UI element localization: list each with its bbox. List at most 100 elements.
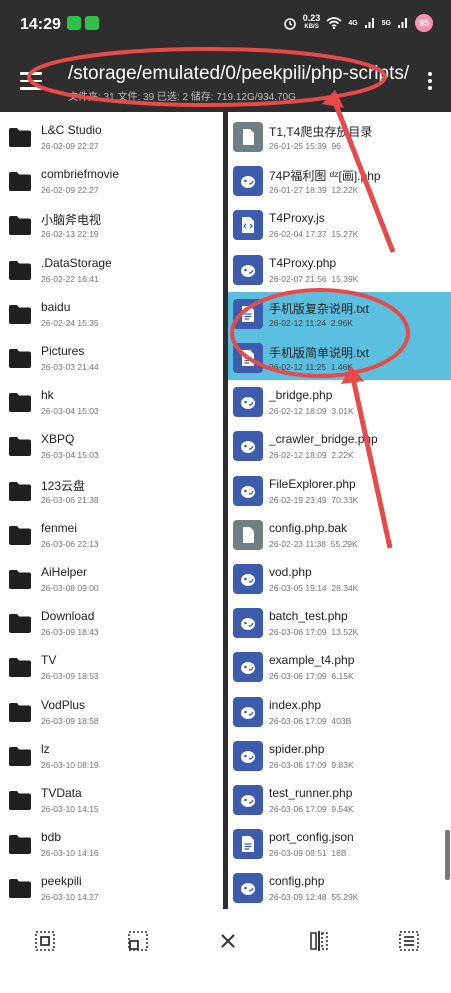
wechat-notification-icon (67, 16, 81, 30)
php-file-icon (233, 608, 263, 639)
folder-icon (5, 210, 35, 241)
item-meta: 26-03-04 15:03 (41, 406, 99, 417)
item-meta: 26-02-13 22:19 (41, 229, 99, 240)
item-name: 123云盘 (41, 478, 86, 493)
folder-list-item[interactable]: hk 26-03-04 15:03 (0, 380, 223, 424)
folder-list-item[interactable]: peekpili 26-03-10 14:27 (0, 866, 223, 909)
item-name: baidu (41, 299, 71, 314)
item-name: XBPQ (41, 432, 75, 447)
message-notification-icon (85, 16, 99, 30)
item-meta: 26-03-09 18:43 (41, 627, 99, 638)
item-meta: 26-02-12 11:25 1.46K (269, 362, 353, 372)
folder-list-item[interactable]: lz 26-03-10 08:19 (0, 734, 223, 778)
file-list-item[interactable]: port_config.json 26-03-09 08:51 18B (228, 822, 451, 866)
item-meta: 26-03-04 15:03 (41, 450, 99, 461)
folder-list-item[interactable]: Download 26-03-09 18:43 (0, 601, 223, 645)
folder-list-item[interactable]: TV 26-03-09 18:53 (0, 645, 223, 689)
file-list-item[interactable]: test_runner.php 26-03-06 17:09 9.54K (228, 778, 451, 822)
folder-list-item[interactable]: bdb 26-03-10 14:16 (0, 822, 223, 866)
folder-icon (5, 564, 35, 594)
file-list-item[interactable]: spider.php 26-03-06 17:09 9.83K (228, 734, 451, 778)
item-meta: 26-03-06 17:09 13.52K (269, 627, 359, 638)
item-name: vod.php (269, 565, 312, 579)
file-list-item[interactable]: config.php 26-03-09 12:48 55.29K (228, 866, 451, 909)
item-meta: 26-03-09 18:53 (41, 671, 99, 682)
file-list-item[interactable]: index.php 26-03-06 17:09 403B (228, 690, 451, 734)
item-name: _bridge.php (269, 388, 333, 403)
left-file-pane[interactable]: L&C Studio 26-02-09 22:27 combriefmovie 26-… (0, 112, 223, 909)
php-file-icon (233, 696, 263, 727)
folder-list-item[interactable]: combriefmovie 26-02-09 22:27 (0, 159, 223, 203)
item-name: Pictures (41, 344, 85, 358)
item-meta: 26-03-06 17:09 403B (269, 715, 352, 726)
folder-list-item[interactable]: 123云盘 26-03-06 21:38 (0, 469, 223, 513)
folder-list-item[interactable]: fenmei 26-03-06 22:13 (0, 513, 223, 557)
folder-icon (5, 696, 35, 727)
generic-file-icon (233, 122, 263, 152)
folder-list-item[interactable]: .DataStorage 26-02-22 16:41 (0, 248, 223, 292)
php-file-icon (233, 475, 263, 506)
item-name: T1,T4爬虫存放目录 (269, 125, 373, 139)
folder-list-item[interactable]: TVData 26-03-10 14:15 (0, 778, 223, 822)
more-options-icon[interactable] (427, 72, 433, 92)
invert-selection-icon[interactable] (307, 929, 331, 953)
text-file-icon (233, 829, 263, 860)
php-file-icon (233, 873, 263, 904)
folder-list-item[interactable]: baidu 26-02-24 15:35 (0, 292, 223, 336)
file-list-item[interactable]: _bridge.php 26-02-12 18:09 3.01K (228, 380, 451, 424)
item-meta: 26-03-06 17:09 6.15K (269, 671, 354, 682)
top-app-bar: /storage/emulated/0/peekpili/php-scripts… (0, 50, 451, 110)
current-path: /storage/emulated/0/peekpili/php-scripts… (68, 63, 410, 84)
file-list-item-selected[interactable]: 手机版复杂说明.txt 26-02-12 11:24 2.96K (228, 291, 451, 336)
item-name: TVData (41, 786, 82, 800)
item-name: example_t4.php (269, 653, 355, 668)
folder-list-item[interactable]: AiHelper 26-03-08 09:00 (0, 557, 223, 601)
folder-list-item[interactable]: Pictures 26-03-03 21:44 (0, 336, 223, 380)
file-list-item[interactable]: FileExplorer.php 26-02-19 23:49 70.33K (228, 469, 451, 513)
file-list-item[interactable]: T4Proxy.php 26-02-07 21:56 15.39K (228, 248, 451, 292)
item-name: L&C Studio (41, 123, 102, 137)
text-file-icon (233, 298, 263, 329)
close-icon[interactable] (216, 929, 240, 953)
item-name: fenmei (41, 520, 78, 535)
item-meta: 26-03-06 17:09 9.83K (269, 759, 354, 770)
item-meta: 26-03-08 09:00 (41, 583, 99, 593)
right-file-pane[interactable]: T1,T4爬虫存放目录 26-01-25 15:39 96 74P福利图 ᵈᶻ[画]… (228, 112, 451, 909)
folder-icon (5, 608, 35, 639)
file-list-item[interactable]: _crawler_bridge.php 26-02-12 18:09 2.22K (228, 424, 451, 468)
scrollbar-thumb[interactable] (445, 830, 450, 880)
file-list-item[interactable]: T4Proxy.js 26-02-04 17:37 15.27K (228, 203, 451, 247)
select-range-icon[interactable] (126, 929, 150, 953)
file-list-item[interactable]: vod.php 26-03-05 19:14 28.34K (228, 557, 451, 601)
folder-icon (5, 475, 35, 506)
folder-icon (5, 785, 35, 815)
folder-icon (5, 519, 35, 550)
file-list-item[interactable]: example_t4.php 26-03-06 17:09 6.15K (228, 645, 451, 689)
file-list-item[interactable]: 74P福利图 ᵈᶻ[画].php 26-01-27 18:39 12.22K (228, 159, 451, 203)
menu-icon[interactable] (20, 72, 42, 90)
item-meta: 26-02-07 21:56 15.39K (269, 273, 359, 284)
item-meta: 26-03-05 19:14 28.34K (269, 583, 359, 593)
signal-icon (364, 18, 374, 28)
folder-list-item[interactable]: XBPQ 26-03-04 15:03 (0, 424, 223, 468)
file-list-item-selected[interactable]: 手机版简单说明.txt 26-02-12 11:25 1.46K (228, 336, 451, 380)
folder-icon (5, 740, 35, 771)
folder-icon (5, 343, 35, 373)
file-list-item[interactable]: batch_test.php 26-03-06 17:09 13.52K (228, 601, 451, 645)
item-name: peekpili (41, 874, 82, 889)
item-meta: 26-02-04 17:37 15.27K (269, 229, 359, 240)
item-name: port_config.json (269, 830, 354, 845)
item-meta: 26-03-09 08:51 18B (269, 848, 347, 859)
selection-list-icon[interactable] (397, 929, 421, 953)
item-name: T4Proxy.js (269, 211, 325, 226)
folder-list-item[interactable]: L&C Studio 26-02-09 22:27 (0, 115, 223, 159)
item-meta: 26-02-09 22:27 (41, 141, 99, 151)
file-list-item[interactable]: T1,T4爬虫存放目录 26-01-25 15:39 96 (228, 115, 451, 159)
folder-list-item[interactable]: VodPlus 26-03-09 18:58 (0, 690, 223, 734)
file-list-item[interactable]: config.php.bak 26-02-23 11:38 55.29K (228, 513, 451, 557)
item-meta: 26-03-03 21:44 (41, 362, 99, 372)
select-all-icon[interactable] (33, 929, 57, 953)
item-meta: 26-03-06 17:09 9.54K (269, 804, 354, 814)
network-speed: 0.23 KB/S (302, 13, 321, 31)
folder-list-item[interactable]: 小脑斧电视 26-02-13 22:19 (0, 203, 223, 247)
